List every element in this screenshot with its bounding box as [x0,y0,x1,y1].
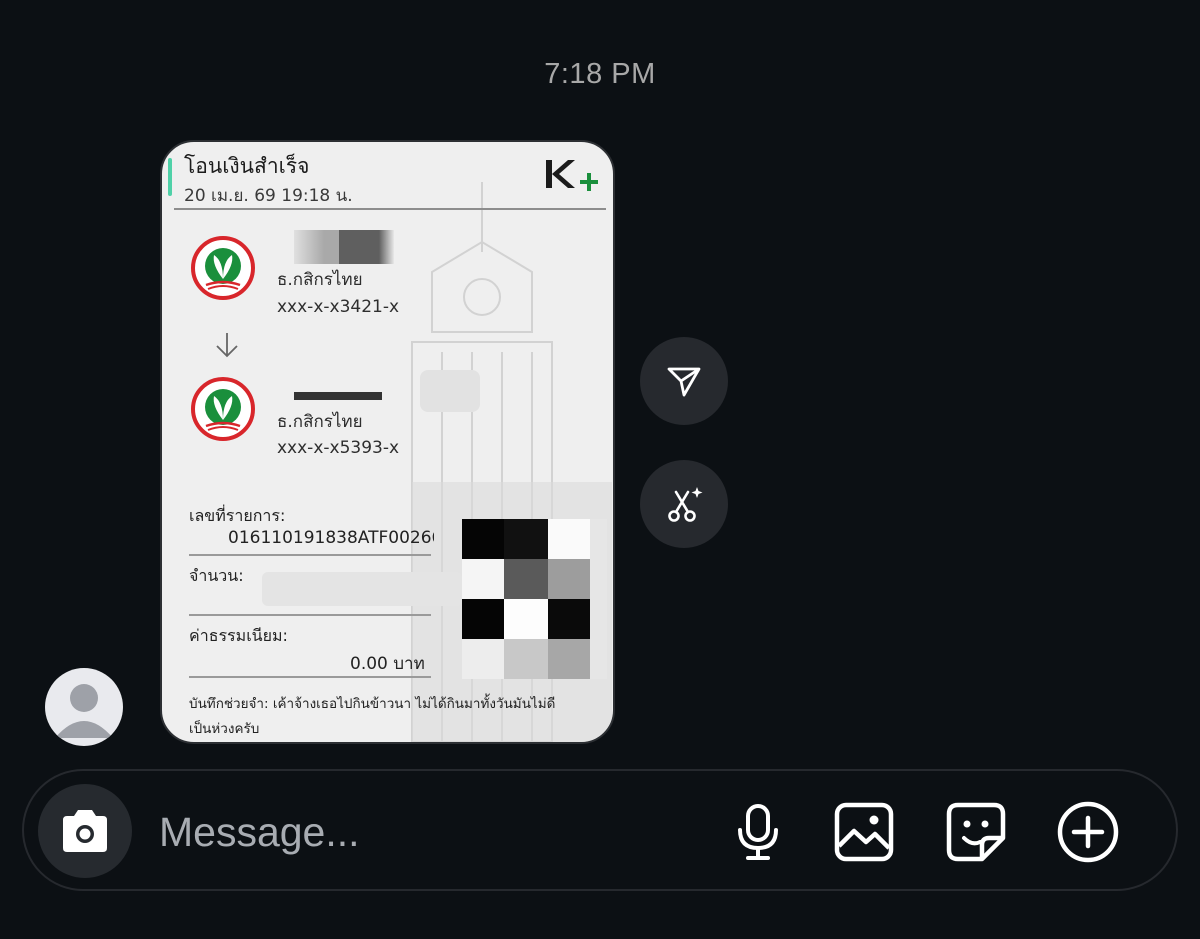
camera-icon [63,810,107,852]
ai-edit-button[interactable] [640,460,728,548]
kasikorn-logo-icon [191,377,255,441]
sticker-icon [946,802,1006,862]
receiver-name-redacted-extra [420,370,480,412]
sender-avatar[interactable] [45,668,123,746]
sender-account: xxx-x-x3421-x [277,297,400,317]
message-timestamp: 7:18 PM [544,58,656,90]
receipt-note: บันทึกช่วยจำ: เค้าจ้างเธอไปกินข้าวนา ไม่… [189,696,556,712]
default-avatar-icon [55,684,113,738]
gallery-button[interactable] [830,798,898,866]
send-icon [667,367,701,397]
receipt-line [189,676,431,678]
more-options-button[interactable] [1054,798,1122,866]
transfer-arrow-icon [216,333,238,358]
receiver-account: xxx-x-x5393-x [277,438,400,458]
receiver-name-redacted [294,392,382,400]
sender-name-redacted [294,230,394,264]
message-input[interactable] [159,805,699,859]
receipt-note-line2: เป็นห่วงครับ [189,721,260,737]
amount-label: จำนวน: [189,566,244,585]
camera-button[interactable] [38,784,132,878]
receipt-accent-bar [168,158,172,196]
transfer-receipt-image[interactable]: โอนเงินสำเร็จ 20 เม.ย. 69 19:18 น. ธ.กสิ… [160,140,615,744]
receipt-divider [174,208,606,210]
transaction-label: เลขที่รายการ: [189,506,286,525]
qr-code-redacted [462,519,607,679]
sender-bank: ธ.กสิกรไทย [277,270,363,290]
share-button[interactable] [640,337,728,425]
transaction-id: 016110191838ATF00266 [228,528,434,548]
receipt-title: โอนเงินสำเร็จ [184,154,310,178]
receipt-line [189,554,431,556]
kasikorn-logo-icon [191,236,255,300]
receipt-line [189,614,431,616]
fee-value: 0.00 บาท [350,654,425,674]
receiver-bank: ธ.กสิกรไทย [277,412,363,432]
amount-redacted [262,572,462,606]
voice-message-button[interactable] [724,798,792,866]
plus-circle-icon [1057,801,1119,863]
message-composer [22,769,1178,891]
fee-label: ค่าธรรมเนียม: [189,626,288,645]
receipt-datetime: 20 เม.ย. 69 19:18 น. [184,186,353,206]
microphone-icon [738,804,778,860]
kplus-logo [546,160,598,191]
gallery-icon [834,802,894,862]
ai-edit-icon [668,487,703,522]
sticker-button[interactable] [942,798,1010,866]
